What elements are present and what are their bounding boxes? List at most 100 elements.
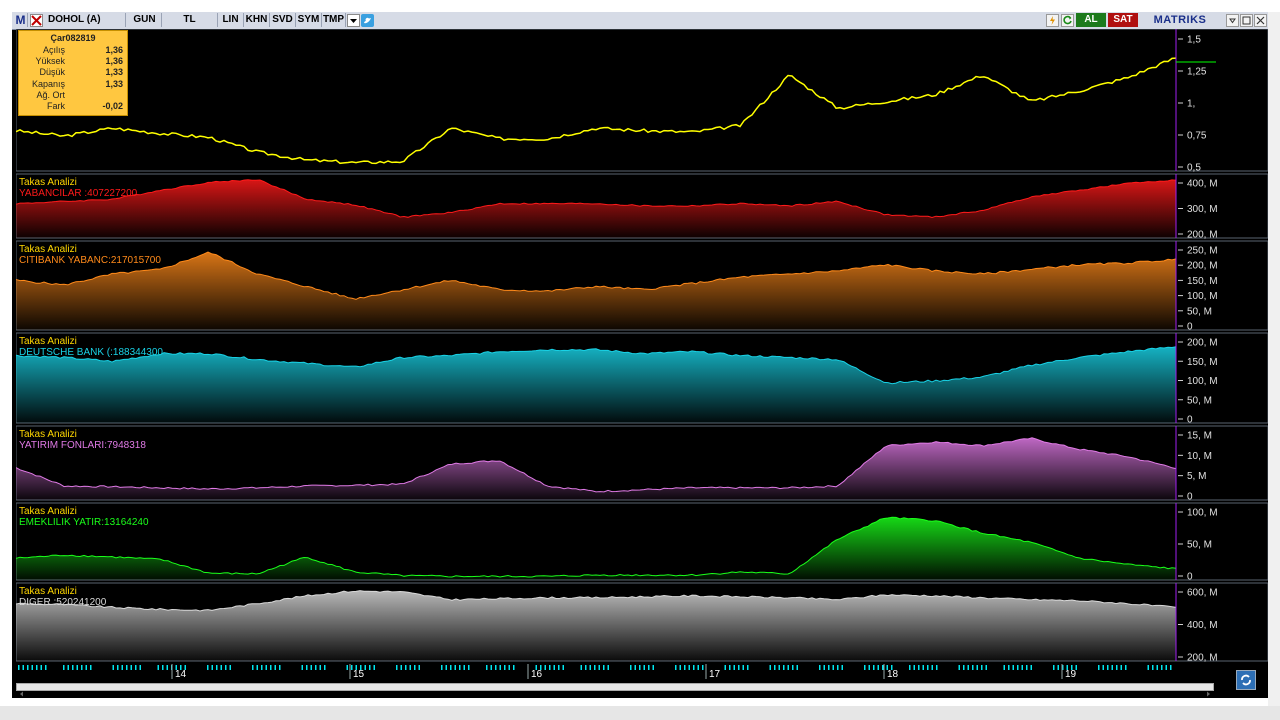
- dropdown-arrow-icon[interactable]: [347, 14, 360, 27]
- khn-button[interactable]: KHN: [244, 13, 270, 27]
- axis-tick-label: 0: [1187, 572, 1193, 583]
- x-axis-day-tick: [675, 665, 677, 670]
- x-axis-day-tick: [828, 665, 830, 670]
- info-date: Çar082819: [50, 33, 96, 43]
- x-axis-day-tick: [418, 665, 420, 670]
- symbol-icon[interactable]: [30, 14, 43, 27]
- x-axis-day-tick: [414, 665, 416, 670]
- x-axis-day-tick: [702, 665, 704, 670]
- x-axis-day-tick: [252, 665, 254, 670]
- x-axis-day-tick: [81, 665, 83, 670]
- x-axis-day-tick: [1057, 665, 1059, 670]
- axis-tick-label: 200, M: [1187, 261, 1218, 272]
- x-axis-day-tick: [121, 665, 123, 670]
- period-button[interactable]: GUN: [128, 13, 162, 27]
- axis-tick-label: 100, M: [1187, 376, 1218, 387]
- lightning-icon[interactable]: [1046, 14, 1059, 27]
- info-label-wavg: Ağ. Ort: [36, 89, 65, 100]
- info-value-high: 1,36: [105, 56, 123, 67]
- close-icon[interactable]: [1254, 14, 1267, 27]
- axis-tick-label: 300, M: [1187, 204, 1218, 215]
- sync-icon[interactable]: [1236, 670, 1256, 690]
- axis-tick-label: 200, M: [1187, 230, 1218, 241]
- x-axis-day-tick: [787, 665, 789, 670]
- panel-price: [15, 28, 1269, 172]
- x-axis-day-tick: [76, 665, 78, 670]
- x-axis-day-tick: [958, 665, 960, 670]
- scale-button[interactable]: LIN: [218, 13, 244, 27]
- x-axis-day-tick: [1125, 665, 1127, 670]
- restore-down-icon[interactable]: [1226, 14, 1239, 27]
- sell-button[interactable]: SAT: [1108, 13, 1138, 27]
- x-axis-day-tick: [877, 665, 879, 670]
- axis-tick-label: 10, M: [1187, 451, 1212, 462]
- axis-tick-label: 50, M: [1187, 395, 1212, 406]
- x-axis-day-tick: [346, 665, 348, 670]
- brand-label: MATRIKS: [1153, 14, 1207, 26]
- x-axis-day-tick: [126, 665, 128, 670]
- x-axis-day-tick: [841, 665, 843, 670]
- x-axis-day-tick: [85, 665, 87, 670]
- x-axis-day-tick: [301, 665, 303, 670]
- x-axis-label: 17: [709, 669, 721, 680]
- x-axis-day-tick: [405, 665, 407, 670]
- x-axis-day-tick: [580, 665, 582, 670]
- buy-button[interactable]: AL: [1076, 13, 1106, 27]
- x-axis-day-tick: [130, 665, 132, 670]
- axis-tick-label: 0: [1187, 322, 1193, 333]
- x-axis-day-tick: [265, 665, 267, 670]
- x-axis-day-tick: [778, 665, 780, 670]
- x-axis-day-tick: [1098, 665, 1100, 670]
- x-axis-day-tick: [837, 665, 839, 670]
- x-axis-day-tick: [18, 665, 20, 670]
- x-axis-day-tick: [733, 665, 735, 670]
- panel-title: Takas Analizi: [19, 429, 77, 440]
- x-axis-day-tick: [256, 665, 258, 670]
- currency-button[interactable]: TL: [162, 13, 218, 27]
- x-axis-day-tick: [724, 665, 726, 670]
- svd-button[interactable]: SVD: [270, 13, 296, 27]
- x-axis-day-tick: [274, 665, 276, 670]
- x-axis-day-tick: [306, 665, 308, 670]
- x-axis-day-tick: [450, 665, 452, 670]
- x-axis-day-tick: [630, 665, 632, 670]
- x-axis-day-tick: [279, 665, 281, 670]
- x-axis-day-tick: [931, 665, 933, 670]
- twitter-icon[interactable]: [361, 14, 374, 27]
- x-axis-day-tick: [1026, 665, 1028, 670]
- x-axis-day-tick: [225, 665, 227, 670]
- x-axis-day-tick: [1017, 665, 1019, 670]
- horizontal-scrollbar[interactable]: [16, 683, 1214, 697]
- matriks-logo[interactable]: M: [14, 13, 28, 27]
- x-axis-day-tick: [207, 665, 209, 670]
- axis-tick-label: 1,5: [1187, 35, 1201, 46]
- x-axis-day-tick: [486, 665, 488, 670]
- sym-button[interactable]: SYM: [296, 13, 322, 27]
- x-axis-day-tick: [868, 665, 870, 670]
- refresh-icon[interactable]: [1061, 14, 1074, 27]
- axis-tick-label: 5, M: [1187, 471, 1206, 482]
- x-axis-day-tick: [985, 665, 987, 670]
- tmp-button[interactable]: TMP: [322, 13, 346, 27]
- x-axis-day-tick: [157, 665, 159, 670]
- x-axis-day-tick: [729, 665, 731, 670]
- info-label-close: Kapanış: [31, 78, 65, 89]
- x-axis-day-tick: [441, 665, 443, 670]
- x-axis-day-tick: [697, 665, 699, 670]
- x-axis-day-tick: [648, 665, 650, 670]
- x-axis-day-tick: [819, 665, 821, 670]
- indicator-panels[interactable]: 1,5 1,25 1, 0,75 0,5 400, M 300, M 200, M Takas …: [15, 28, 1269, 681]
- x-axis-day-tick: [909, 665, 911, 670]
- vertical-scrollbar[interactable]: [1268, 12, 1280, 706]
- maximize-icon[interactable]: [1240, 14, 1253, 27]
- x-axis-day-tick: [490, 665, 492, 670]
- x-axis-day-tick: [607, 665, 609, 670]
- x-axis-label: 15: [353, 669, 365, 680]
- x-axis-day-tick: [40, 665, 42, 670]
- x-axis-day-tick: [594, 665, 596, 670]
- x-axis-day-tick: [972, 665, 974, 670]
- symbol-selector[interactable]: DOHOL (A): [46, 13, 126, 27]
- info-label-change: Fark: [47, 100, 65, 111]
- x-axis-day-tick: [603, 665, 605, 670]
- chart-area[interactable]: 1,5 1,25 1, 0,75 0,5 400, M 300, M 200, M Takas …: [15, 28, 1269, 681]
